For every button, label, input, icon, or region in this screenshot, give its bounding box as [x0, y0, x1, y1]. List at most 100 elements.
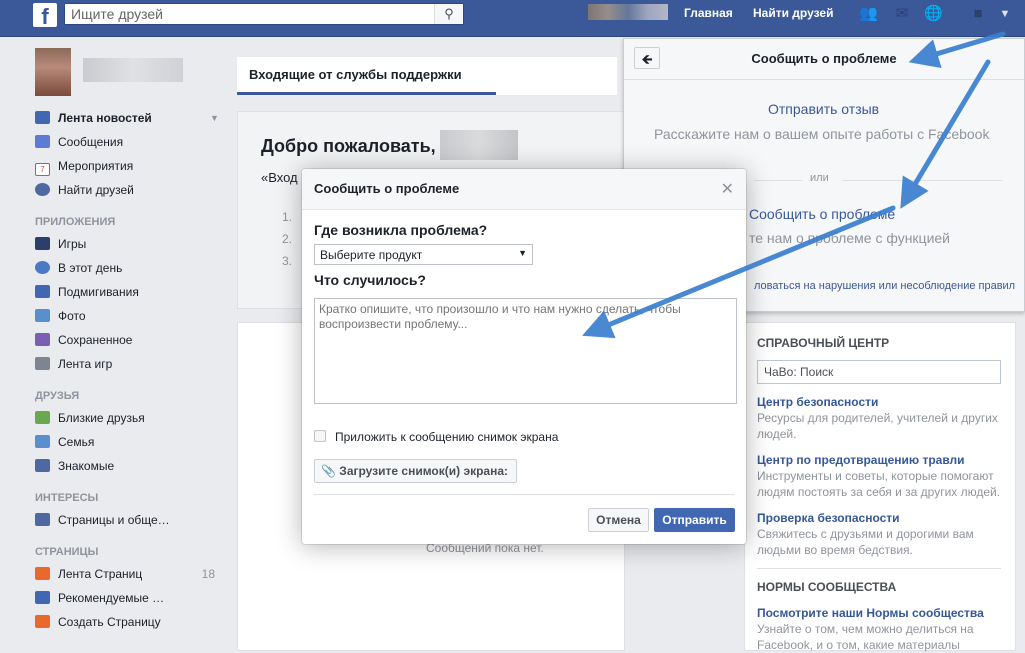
interests-section-heading: ИНТЕРЕСЫ	[35, 492, 99, 504]
dropdown-title: Сообщить о проблеме	[751, 51, 897, 66]
cancel-button[interactable]: Отмена	[588, 508, 649, 532]
sidebar-item-family[interactable]: Семья	[35, 433, 225, 451]
acquaintances-icon	[35, 459, 50, 472]
search-icon[interactable]: ⚲	[434, 4, 463, 24]
report-problem-description: те нам о проблеме с функцией	[749, 230, 950, 246]
messages-icon	[35, 135, 50, 148]
select-arrow-icon: ▼	[518, 248, 527, 258]
sidebar-item-messages[interactable]: Сообщения	[35, 133, 225, 151]
where-label: Где возникла проблема?	[314, 222, 488, 238]
friend-requests-icon[interactable]: 👥	[859, 6, 878, 22]
sidebar-item-games[interactable]: Игры	[35, 235, 225, 253]
find-friends-icon	[35, 183, 50, 196]
screenshot-checkbox-label: Приложить к сообщению снимок экрана	[335, 430, 559, 444]
dropdown-header: 🡸 Сообщить о проблеме	[624, 39, 1024, 80]
nav-find-friends-link[interactable]: Найти друзей	[753, 6, 833, 20]
dialog-title: Сообщить о проблеме	[314, 181, 460, 196]
community-standards-desc: Узнайте о том, чем можно делиться на Fac…	[757, 622, 974, 652]
help-search-input[interactable]	[757, 360, 1001, 384]
safety-center-link[interactable]: Центр безопасности	[757, 395, 1007, 409]
sidebar-item-pokes[interactable]: Подмигивания	[35, 283, 225, 301]
nav-home-link[interactable]: Главная	[684, 6, 733, 20]
send-feedback-description: Расскажите нам о вашем опыте работы с Fa…	[654, 126, 990, 142]
sidebar-item-pages-feed[interactable]: Страницы и обще…	[35, 511, 225, 529]
send-feedback-link[interactable]: Отправить отзыв	[768, 101, 879, 117]
notifications-icon[interactable]: 🌐	[924, 6, 943, 22]
profile-name-blurred[interactable]	[83, 58, 183, 82]
support-inbox-tab-bar: Входящие от службы поддержки	[237, 57, 617, 95]
facebook-logo[interactable]: f	[33, 3, 57, 27]
report-abuse-link[interactable]: ловаться на нарушения или несоблюдение п…	[754, 280, 1015, 292]
welcome-list-number: 3.	[282, 254, 293, 268]
pages-count: 18	[201, 567, 215, 581]
top-bar: f ⚲ Главная Найти друзей 👥 ✉ 🌐 ■ ▼	[0, 0, 1025, 37]
sidebar-item-saved[interactable]: Сохраненное	[35, 331, 225, 349]
family-icon	[35, 435, 50, 448]
pages-section-heading: СТРАНИЦЫ	[35, 546, 99, 558]
games-feed-icon	[35, 357, 50, 370]
privacy-shortcuts-icon[interactable]: ■	[969, 6, 987, 22]
or-divider-right	[842, 180, 1002, 181]
on-this-day-icon	[35, 261, 50, 274]
pages-feed-icon	[35, 513, 50, 526]
sidebar-item-games-feed[interactable]: Лента игр	[35, 355, 225, 373]
tab-support-inbox[interactable]: Входящие от службы поддержки	[249, 67, 462, 82]
safety-center-desc: Ресурсы для родителей, учителей и других…	[757, 411, 998, 441]
calendar-icon: 7	[35, 163, 50, 176]
send-button[interactable]: Отправить	[654, 508, 735, 532]
welcome-list-number: 1.	[282, 210, 293, 224]
report-problem-dialog: Сообщить о проблеме ✕ Где возникла пробл…	[302, 169, 746, 544]
profile-avatar-blurred[interactable]	[588, 4, 668, 20]
paperclip-icon: 📎	[321, 464, 336, 478]
close-icon[interactable]: ✕	[721, 179, 734, 199]
upload-screenshot-button[interactable]: 📎 Загрузите снимок(и) экрана:	[314, 459, 518, 483]
dialog-footer-divider	[314, 494, 734, 495]
welcome-title: Добро пожаловать,	[261, 136, 436, 156]
sidebar-item-news-feed[interactable]: Лента новостей ▼	[35, 109, 225, 127]
sidebar-item-close-friends[interactable]: Близкие друзья	[35, 409, 225, 427]
messages-icon[interactable]: ✉	[893, 6, 911, 22]
safety-check-desc: Свяжитесь с друзьями и дорогими вам людь…	[757, 527, 974, 557]
report-problem-link[interactable]: Сообщить о проблеме	[749, 206, 895, 222]
dialog-header: Сообщить о проблеме ✕	[302, 169, 746, 210]
sidebar-item-acquaintances[interactable]: Знакомые	[35, 457, 225, 475]
sidebar-item-find-friends[interactable]: Найти друзей	[35, 181, 225, 199]
screenshot-checkbox[interactable]	[314, 430, 326, 442]
pokes-icon	[35, 285, 50, 298]
help-divider	[757, 568, 1001, 569]
pages-flag-icon	[35, 567, 50, 580]
search-box[interactable]: ⚲	[64, 3, 464, 25]
product-select-value: Выберите продукт	[320, 248, 423, 262]
community-standards-heading: НОРМЫ СООБЩЕСТВА	[757, 580, 897, 594]
account-menu-chevron-icon[interactable]: ▼	[996, 6, 1014, 22]
product-select[interactable]: Выберите продукт ▼	[314, 244, 533, 265]
sidebar-item-pages-stream[interactable]: Лента Страниц 18	[35, 565, 225, 583]
problem-description-textarea[interactable]	[314, 298, 737, 404]
welcome-list-number: 2.	[282, 232, 293, 246]
friends-section-heading: ДРУЗЬЯ	[35, 390, 80, 402]
recommended-icon	[35, 591, 50, 604]
profile-picture-blurred[interactable]	[35, 48, 71, 96]
apps-section-heading: ПРИЛОЖЕНИЯ	[35, 216, 116, 228]
safety-check-link[interactable]: Проверка безопасности	[757, 511, 1007, 525]
sidebar-item-recommended[interactable]: Рекомендуемые …	[35, 589, 225, 607]
what-happened-label: Что случилось?	[314, 272, 426, 288]
sidebar-item-on-this-day[interactable]: В этот день	[35, 259, 225, 277]
photos-icon	[35, 309, 50, 322]
upload-button-label: Загрузите снимок(и) экрана:	[339, 464, 509, 478]
bullying-center-link[interactable]: Центр по предотвращению травли	[757, 453, 1007, 467]
welcome-quote: «Вход	[261, 170, 298, 185]
saved-icon	[35, 333, 50, 346]
sidebar-item-create-page[interactable]: Создать Страницу	[35, 613, 225, 631]
or-divider-left	[754, 180, 802, 181]
help-center-heading: СПРАВОЧНЫЙ ЦЕНТР	[757, 336, 890, 350]
news-feed-icon	[35, 111, 50, 124]
search-input[interactable]	[65, 4, 437, 24]
welcome-name-blurred	[440, 130, 518, 160]
chevron-down-icon[interactable]: ▼	[210, 109, 219, 127]
games-icon	[35, 237, 50, 250]
close-friends-icon	[35, 411, 50, 424]
sidebar-item-events[interactable]: 7 Мероприятия	[35, 157, 225, 176]
sidebar-item-photos[interactable]: Фото	[35, 307, 225, 325]
community-standards-link[interactable]: Посмотрите наши Нормы сообщества	[757, 606, 1007, 620]
